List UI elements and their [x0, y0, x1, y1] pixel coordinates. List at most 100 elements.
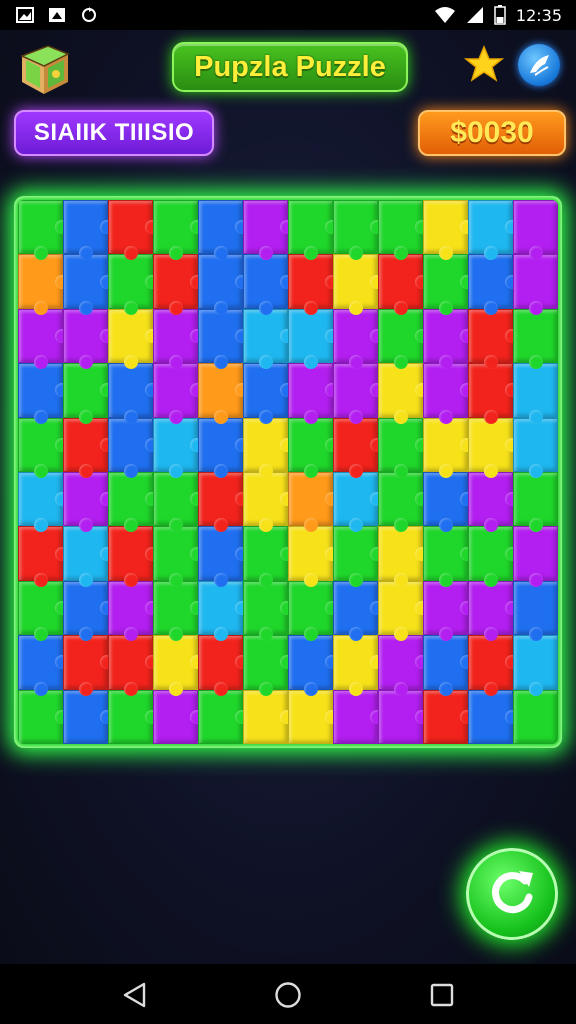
- puzzle-piece[interactable]: [288, 254, 339, 316]
- puzzle-piece[interactable]: [63, 580, 114, 642]
- puzzle-piece[interactable]: [18, 471, 69, 533]
- puzzle-piece[interactable]: [288, 363, 339, 424]
- puzzle-piece[interactable]: [63, 635, 114, 696]
- puzzle-piece[interactable]: [513, 635, 558, 696]
- puzzle-piece[interactable]: [378, 635, 429, 696]
- puzzle-piece[interactable]: [423, 308, 474, 370]
- puzzle-board[interactable]: [18, 200, 558, 744]
- puzzle-piece[interactable]: [333, 471, 384, 533]
- puzzle-piece[interactable]: [243, 471, 294, 533]
- puzzle-piece[interactable]: [198, 363, 249, 424]
- puzzle-piece[interactable]: [243, 580, 294, 642]
- puzzle-piece[interactable]: [243, 417, 294, 479]
- puzzle-piece[interactable]: [468, 254, 519, 316]
- puzzle-piece[interactable]: [18, 635, 69, 696]
- star-icon[interactable]: [464, 44, 504, 84]
- puzzle-piece[interactable]: [333, 689, 384, 744]
- puzzle-piece[interactable]: [153, 308, 204, 370]
- puzzle-piece[interactable]: [153, 580, 204, 642]
- puzzle-piece[interactable]: [288, 689, 339, 744]
- puzzle-piece[interactable]: [333, 363, 384, 424]
- puzzle-piece[interactable]: [378, 580, 429, 642]
- puzzle-piece[interactable]: [288, 417, 339, 479]
- puzzle-piece[interactable]: [513, 417, 558, 479]
- puzzle-piece[interactable]: [468, 471, 519, 533]
- puzzle-piece[interactable]: [108, 580, 159, 642]
- puzzle-piece[interactable]: [18, 417, 69, 479]
- puzzle-piece[interactable]: [378, 417, 429, 479]
- puzzle-piece[interactable]: [153, 689, 204, 744]
- puzzle-piece[interactable]: [63, 363, 114, 424]
- puzzle-piece[interactable]: [108, 363, 159, 424]
- puzzle-piece[interactable]: [198, 254, 249, 316]
- puzzle-piece[interactable]: [423, 254, 474, 316]
- puzzle-piece[interactable]: [513, 308, 558, 370]
- puzzle-piece[interactable]: [243, 635, 294, 696]
- puzzle-piece[interactable]: [468, 689, 519, 744]
- puzzle-piece[interactable]: [513, 471, 558, 533]
- puzzle-piece[interactable]: [153, 417, 204, 479]
- puzzle-piece[interactable]: [468, 417, 519, 479]
- puzzle-piece[interactable]: [108, 635, 159, 696]
- puzzle-piece[interactable]: [333, 526, 384, 588]
- puzzle-piece[interactable]: [468, 200, 519, 261]
- puzzle-piece[interactable]: [63, 308, 114, 370]
- puzzle-piece[interactable]: [333, 254, 384, 316]
- puzzle-piece[interactable]: [153, 200, 204, 261]
- puzzle-piece[interactable]: [423, 526, 474, 588]
- puzzle-piece[interactable]: [18, 526, 69, 588]
- puzzle-piece[interactable]: [423, 363, 474, 424]
- puzzle-piece[interactable]: [378, 254, 429, 316]
- puzzle-piece[interactable]: [18, 254, 69, 316]
- puzzle-piece[interactable]: [288, 526, 339, 588]
- puzzle-piece[interactable]: [108, 200, 159, 261]
- puzzle-piece[interactable]: [423, 580, 474, 642]
- puzzle-piece[interactable]: [153, 254, 204, 316]
- puzzle-piece[interactable]: [198, 580, 249, 642]
- puzzle-piece[interactable]: [108, 471, 159, 533]
- puzzle-piece[interactable]: [513, 363, 558, 424]
- puzzle-piece[interactable]: [288, 635, 339, 696]
- puzzle-piece[interactable]: [63, 526, 114, 588]
- puzzle-piece[interactable]: [243, 308, 294, 370]
- puzzle-piece[interactable]: [423, 417, 474, 479]
- puzzle-piece[interactable]: [243, 526, 294, 588]
- puzzle-piece[interactable]: [198, 200, 249, 261]
- home-icon[interactable]: [274, 981, 302, 1009]
- puzzle-piece[interactable]: [63, 200, 114, 261]
- puzzle-piece[interactable]: [333, 417, 384, 479]
- puzzle-piece[interactable]: [468, 308, 519, 370]
- puzzle-piece[interactable]: [513, 254, 558, 316]
- puzzle-piece[interactable]: [18, 308, 69, 370]
- puzzle-piece[interactable]: [153, 363, 204, 424]
- puzzle-piece[interactable]: [468, 580, 519, 642]
- puzzle-piece[interactable]: [18, 580, 69, 642]
- puzzle-piece[interactable]: [63, 254, 114, 316]
- puzzle-piece[interactable]: [243, 200, 294, 261]
- puzzle-piece[interactable]: [63, 417, 114, 479]
- puzzle-piece[interactable]: [333, 308, 384, 370]
- puzzle-piece[interactable]: [198, 526, 249, 588]
- puzzle-piece[interactable]: [288, 471, 339, 533]
- puzzle-piece[interactable]: [18, 689, 69, 744]
- puzzle-piece[interactable]: [468, 635, 519, 696]
- puzzle-piece[interactable]: [333, 580, 384, 642]
- puzzle-piece[interactable]: [108, 308, 159, 370]
- puzzle-piece[interactable]: [198, 471, 249, 533]
- puzzle-piece[interactable]: [468, 526, 519, 588]
- share-button[interactable]: [518, 44, 560, 86]
- puzzle-piece[interactable]: [63, 471, 114, 533]
- puzzle-piece[interactable]: [198, 635, 249, 696]
- puzzle-piece[interactable]: [333, 635, 384, 696]
- puzzle-piece[interactable]: [378, 471, 429, 533]
- puzzle-piece[interactable]: [288, 200, 339, 261]
- puzzle-piece[interactable]: [378, 363, 429, 424]
- puzzle-piece[interactable]: [153, 526, 204, 588]
- puzzle-piece[interactable]: [198, 689, 249, 744]
- puzzle-piece[interactable]: [18, 200, 69, 261]
- puzzle-piece[interactable]: [378, 200, 429, 261]
- puzzle-piece[interactable]: [198, 308, 249, 370]
- puzzle-piece[interactable]: [288, 308, 339, 370]
- back-icon[interactable]: [122, 982, 148, 1008]
- puzzle-piece[interactable]: [108, 526, 159, 588]
